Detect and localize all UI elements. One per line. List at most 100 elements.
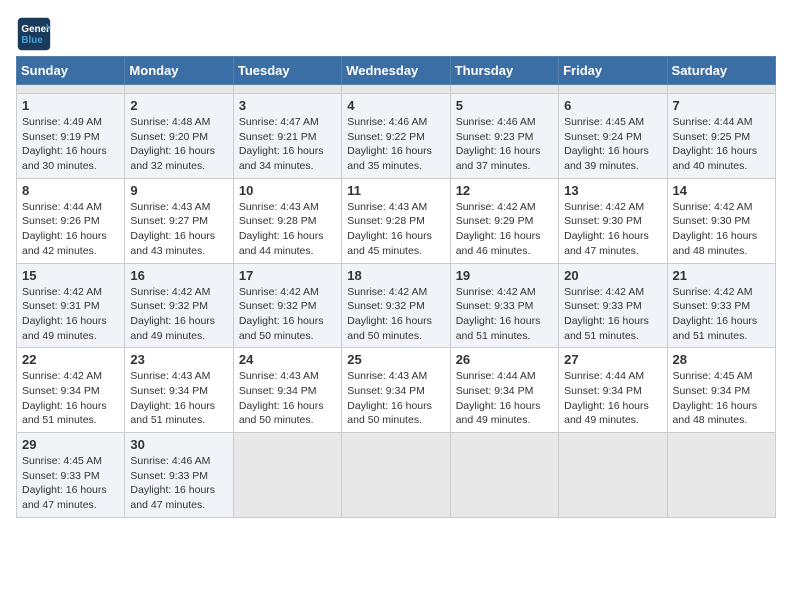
day-number: 12 xyxy=(456,183,553,198)
calendar-cell: 12 Sunrise: 4:42 AM Sunset: 9:29 PM Dayli… xyxy=(450,178,558,263)
day-number: 10 xyxy=(239,183,336,198)
calendar-cell: 8 Sunrise: 4:44 AM Sunset: 9:26 PM Daylig… xyxy=(17,178,125,263)
calendar-cell: 3 Sunrise: 4:47 AM Sunset: 9:21 PM Daylig… xyxy=(233,94,341,179)
day-number: 3 xyxy=(239,98,336,113)
calendar-cell: 16Sunrise: 4:42 AM Sunset: 9:32 PM Dayli… xyxy=(125,263,233,348)
calendar-cell: 15Sunrise: 4:42 AM Sunset: 9:31 PM Dayli… xyxy=(17,263,125,348)
calendar-cell: 13 Sunrise: 4:42 AM Sunset: 9:30 PM Dayli… xyxy=(559,178,667,263)
svg-text:Blue: Blue xyxy=(21,35,43,46)
calendar-week-1: 1Sunrise: 4:49 AM Sunset: 9:19 PM Daylig… xyxy=(17,94,776,179)
day-content: Sunrise: 4:46 AM Sunset: 9:23 PM Dayligh… xyxy=(456,115,553,174)
day-header-wednesday: Wednesday xyxy=(342,57,450,85)
header-row: SundayMondayTuesdayWednesdayThursdayFrid… xyxy=(17,57,776,85)
day-content: Sunrise: 4:43 AM Sunset: 9:28 PM Dayligh… xyxy=(239,200,336,259)
day-header-thursday: Thursday xyxy=(450,57,558,85)
calendar-cell xyxy=(233,433,341,518)
day-content: Sunrise: 4:48 AM Sunset: 9:20 PM Dayligh… xyxy=(130,115,227,174)
calendar-cell: 19Sunrise: 4:42 AM Sunset: 9:33 PM Dayli… xyxy=(450,263,558,348)
calendar-cell: 24 Sunrise: 4:43 AM Sunset: 9:34 PM Dayli… xyxy=(233,348,341,433)
day-number: 9 xyxy=(130,183,227,198)
day-number: 7 xyxy=(673,98,770,113)
calendar-week-2: 8 Sunrise: 4:44 AM Sunset: 9:26 PM Daylig… xyxy=(17,178,776,263)
day-number: 28 xyxy=(673,352,770,367)
calendar-cell xyxy=(342,85,450,94)
day-number: 2 xyxy=(130,98,227,113)
day-content: Sunrise: 4:43 AM Sunset: 9:27 PM Dayligh… xyxy=(130,200,227,259)
logo-icon: General Blue xyxy=(16,16,52,52)
day-content: Sunrise: 4:43 AM Sunset: 9:34 PM Dayligh… xyxy=(239,369,336,428)
day-content: Sunrise: 4:43 AM Sunset: 9:34 PM Dayligh… xyxy=(347,369,444,428)
calendar-cell: 2 Sunrise: 4:48 AM Sunset: 9:20 PM Daylig… xyxy=(125,94,233,179)
calendar-cell: 9 Sunrise: 4:43 AM Sunset: 9:27 PM Daylig… xyxy=(125,178,233,263)
day-content: Sunrise: 4:42 AM Sunset: 9:30 PM Dayligh… xyxy=(564,200,661,259)
day-number: 24 xyxy=(239,352,336,367)
day-number: 20 xyxy=(564,268,661,283)
day-number: 4 xyxy=(347,98,444,113)
day-header-saturday: Saturday xyxy=(667,57,775,85)
day-number: 8 xyxy=(22,183,119,198)
calendar-cell: 10 Sunrise: 4:43 AM Sunset: 9:28 PM Dayli… xyxy=(233,178,341,263)
day-content: Sunrise: 4:42 AM Sunset: 9:32 PM Dayligh… xyxy=(239,285,336,344)
calendar-cell: 5Sunrise: 4:46 AM Sunset: 9:23 PM Daylig… xyxy=(450,94,558,179)
calendar-cell xyxy=(559,433,667,518)
day-number: 27 xyxy=(564,352,661,367)
calendar-cell: 7Sunrise: 4:44 AM Sunset: 9:25 PM Daylig… xyxy=(667,94,775,179)
day-number: 13 xyxy=(564,183,661,198)
calendar-cell: 14Sunrise: 4:42 AM Sunset: 9:30 PM Dayli… xyxy=(667,178,775,263)
day-content: Sunrise: 4:44 AM Sunset: 9:26 PM Dayligh… xyxy=(22,200,119,259)
day-header-sunday: Sunday xyxy=(17,57,125,85)
calendar-cell xyxy=(667,433,775,518)
calendar-cell: 22 Sunrise: 4:42 AM Sunset: 9:34 PM Dayli… xyxy=(17,348,125,433)
calendar-cell xyxy=(17,85,125,94)
calendar-header: SundayMondayTuesdayWednesdayThursdayFrid… xyxy=(17,57,776,85)
calendar-cell: 23Sunrise: 4:43 AM Sunset: 9:34 PM Dayli… xyxy=(125,348,233,433)
calendar-cell xyxy=(667,85,775,94)
calendar-table: SundayMondayTuesdayWednesdayThursdayFrid… xyxy=(16,56,776,518)
day-number: 29 xyxy=(22,437,119,452)
day-content: Sunrise: 4:47 AM Sunset: 9:21 PM Dayligh… xyxy=(239,115,336,174)
day-content: Sunrise: 4:42 AM Sunset: 9:33 PM Dayligh… xyxy=(456,285,553,344)
day-number: 17 xyxy=(239,268,336,283)
day-content: Sunrise: 4:45 AM Sunset: 9:34 PM Dayligh… xyxy=(673,369,770,428)
day-number: 16 xyxy=(130,268,227,283)
day-number: 14 xyxy=(673,183,770,198)
calendar-cell xyxy=(125,85,233,94)
calendar-cell xyxy=(233,85,341,94)
calendar-cell: 27Sunrise: 4:44 AM Sunset: 9:34 PM Dayli… xyxy=(559,348,667,433)
day-content: Sunrise: 4:42 AM Sunset: 9:31 PM Dayligh… xyxy=(22,285,119,344)
calendar-week-3: 15Sunrise: 4:42 AM Sunset: 9:31 PM Dayli… xyxy=(17,263,776,348)
calendar-cell: 25 Sunrise: 4:43 AM Sunset: 9:34 PM Dayli… xyxy=(342,348,450,433)
calendar-cell xyxy=(450,85,558,94)
day-number: 25 xyxy=(347,352,444,367)
calendar-cell: 20 Sunrise: 4:42 AM Sunset: 9:33 PM Dayli… xyxy=(559,263,667,348)
calendar-cell xyxy=(342,433,450,518)
calendar-cell: 30Sunrise: 4:46 AM Sunset: 9:33 PM Dayli… xyxy=(125,433,233,518)
logo: General Blue xyxy=(16,16,56,52)
day-number: 30 xyxy=(130,437,227,452)
calendar-cell: 28 Sunrise: 4:45 AM Sunset: 9:34 PM Dayli… xyxy=(667,348,775,433)
calendar-week-0 xyxy=(17,85,776,94)
day-content: Sunrise: 4:42 AM Sunset: 9:33 PM Dayligh… xyxy=(564,285,661,344)
day-content: Sunrise: 4:42 AM Sunset: 9:34 PM Dayligh… xyxy=(22,369,119,428)
day-content: Sunrise: 4:43 AM Sunset: 9:28 PM Dayligh… xyxy=(347,200,444,259)
day-number: 6 xyxy=(564,98,661,113)
day-number: 21 xyxy=(673,268,770,283)
calendar-cell xyxy=(450,433,558,518)
calendar-cell: 21 Sunrise: 4:42 AM Sunset: 9:33 PM Dayli… xyxy=(667,263,775,348)
calendar-week-5: 29Sunrise: 4:45 AM Sunset: 9:33 PM Dayli… xyxy=(17,433,776,518)
day-content: Sunrise: 4:42 AM Sunset: 9:33 PM Dayligh… xyxy=(673,285,770,344)
calendar-cell: 29Sunrise: 4:45 AM Sunset: 9:33 PM Dayli… xyxy=(17,433,125,518)
calendar-cell xyxy=(559,85,667,94)
day-number: 22 xyxy=(22,352,119,367)
calendar-cell: 18 Sunrise: 4:42 AM Sunset: 9:32 PM Dayli… xyxy=(342,263,450,348)
calendar-week-4: 22 Sunrise: 4:42 AM Sunset: 9:34 PM Dayli… xyxy=(17,348,776,433)
day-content: Sunrise: 4:42 AM Sunset: 9:32 PM Dayligh… xyxy=(347,285,444,344)
calendar-cell: 6 Sunrise: 4:45 AM Sunset: 9:24 PM Daylig… xyxy=(559,94,667,179)
page-header: General Blue xyxy=(16,16,776,52)
calendar-body: 1Sunrise: 4:49 AM Sunset: 9:19 PM Daylig… xyxy=(17,85,776,518)
day-number: 23 xyxy=(130,352,227,367)
day-content: Sunrise: 4:42 AM Sunset: 9:29 PM Dayligh… xyxy=(456,200,553,259)
day-content: Sunrise: 4:45 AM Sunset: 9:24 PM Dayligh… xyxy=(564,115,661,174)
day-number: 26 xyxy=(456,352,553,367)
day-number: 18 xyxy=(347,268,444,283)
